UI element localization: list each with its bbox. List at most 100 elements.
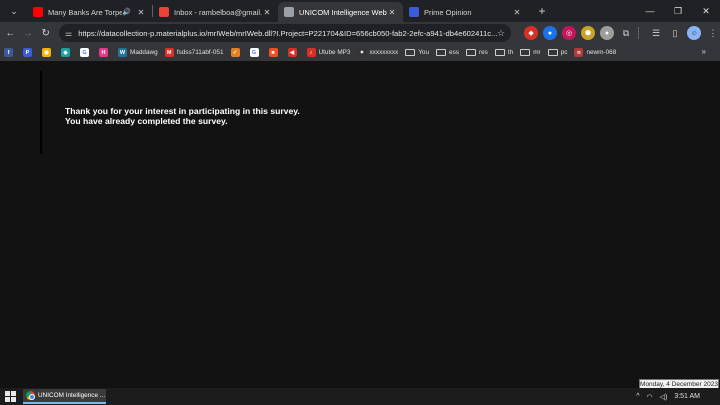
tab-title: Many Banks Are Torpedoing: [48, 7, 123, 17]
extensions-puzzle-icon[interactable]: ⧉: [619, 26, 633, 40]
tab-0[interactable]: Many Banks Are Torpedoing🔊 ✕: [27, 2, 152, 22]
google-icon: G: [249, 48, 259, 57]
tab-close-icon[interactable]: ✕: [136, 8, 146, 17]
extension-red-icon[interactable]: ◆: [524, 26, 539, 40]
prime-opinion-icon: [409, 7, 419, 17]
bookmark-label: fsdss711abf-051: [176, 49, 224, 56]
survey-message: Thank you for your interest in participa…: [65, 106, 300, 126]
bookmark-item[interactable]: G: [249, 48, 262, 57]
chrome-icon: [26, 391, 35, 400]
tab-close-icon[interactable]: ✕: [262, 8, 272, 17]
close-window-icon[interactable]: ✕: [692, 0, 720, 22]
bookmark-list: f P ◉ ◆ G H W Maddawg Mfsdss711abf-051 ✓ G ■ ◀ ♪ Utube…: [4, 48, 623, 57]
bookmark-item[interactable]: ◆: [61, 48, 73, 57]
folder-icon: [405, 49, 416, 56]
site-info-icon[interactable]: ⚌: [65, 29, 72, 38]
clock-time[interactable]: 3:51 AM: [674, 393, 700, 400]
tray-chevron-icon[interactable]: ^: [636, 393, 639, 400]
bookmark-item[interactable]: G: [80, 48, 92, 57]
reading-list-icon[interactable]: ☰: [649, 26, 663, 40]
speaker-icon[interactable]: 🔊: [122, 8, 131, 16]
bookmark-item[interactable]: P: [23, 48, 35, 57]
youtube-icon: [33, 7, 43, 17]
tab-close-icon[interactable]: ✕: [387, 8, 397, 17]
teal-drop-icon: ◆: [61, 48, 70, 57]
reload-icon[interactable]: ↻: [38, 24, 53, 42]
taskbar-app-chrome[interactable]: UNICOM Intelligence ...: [23, 389, 106, 404]
folder-icon: [466, 49, 476, 56]
address-bar[interactable]: ⚌ https://datacollection-p.materialplus.…: [59, 24, 512, 42]
already-completed-text: You have already completed the survey.: [65, 116, 228, 126]
folder-icon: [547, 49, 558, 56]
side-panel-icon[interactable]: ▯: [668, 26, 682, 40]
bookmark-item[interactable]: W Maddawg: [118, 48, 158, 57]
bookmark-label: You: [418, 49, 430, 56]
orange-check-icon: ✓: [230, 48, 240, 57]
url-text[interactable]: https://datacollection-p.materialplus.io…: [78, 29, 497, 38]
bookmark-item[interactable]: ◉: [42, 48, 54, 57]
tab-3[interactable]: Prime Opinion ✕: [403, 2, 528, 22]
page-content: Thank you for your interest in participa…: [0, 61, 720, 386]
bookmark-item[interactable]: ■: [268, 48, 281, 57]
bookmark-label: xxxxxxxxx: [369, 49, 399, 56]
h-icon: H: [99, 48, 108, 57]
bookmark-label: Maddawg: [130, 49, 158, 56]
bookmark-item[interactable]: Mfsdss711abf-051: [164, 48, 224, 57]
bookmark-item[interactable]: ess: [436, 49, 459, 56]
wifi-icon[interactable]: ◠: [646, 393, 652, 401]
window-controls: — ❐ ✕: [636, 0, 720, 22]
newm-icon: n: [574, 48, 584, 57]
bookmark-item[interactable]: H: [99, 48, 111, 57]
new-tab-button[interactable]: +: [534, 3, 550, 19]
thank-you-text: Thank you for your interest in participa…: [65, 106, 300, 116]
bookmark-label: newm-068: [586, 49, 617, 56]
red-tag-icon: ◀: [287, 48, 297, 57]
tab-search-icon[interactable]: ⌄: [4, 1, 24, 21]
bookmark-item[interactable]: f: [4, 48, 16, 57]
bookmark-item[interactable]: res: [466, 49, 488, 56]
bookmarks-bar: f P ◉ ◆ G H W Maddawg Mfsdss711abf-051 ✓ G ■ ◀ ♪ Utube…: [0, 44, 720, 61]
bookmark-item[interactable]: n newm-068: [574, 48, 616, 57]
tab-title: UNICOM Intelligence Web Inte: [299, 7, 387, 17]
tab-title: Prime Opinion: [424, 7, 472, 17]
bookmark-item[interactable]: ♪ Utube MP3: [306, 48, 351, 57]
windows-start-icon[interactable]: [3, 390, 17, 404]
browser-toolbar: ← → ↻ ⚌ https://datacollection-p.materia…: [0, 22, 720, 44]
profile-avatar-icon[interactable]: ☺: [687, 26, 702, 40]
volume-icon[interactable]: ◁): [660, 393, 668, 401]
bookmark-label: ess: [449, 49, 459, 56]
more-bookmarks-icon[interactable]: »: [702, 47, 706, 56]
extension-gold-shield-icon[interactable]: ⬢: [581, 26, 596, 40]
bookmark-item[interactable]: pc: [547, 49, 568, 56]
tab-close-icon[interactable]: ✕: [512, 8, 522, 17]
bookmark-item[interactable]: th: [494, 49, 513, 56]
bookmark-item[interactable]: You: [405, 49, 429, 56]
gmail-icon: [159, 7, 169, 17]
back-icon[interactable]: ←: [3, 24, 18, 42]
extension-gray-icon[interactable]: ●: [600, 26, 615, 40]
tab-2[interactable]: UNICOM Intelligence Web Inte✕: [278, 2, 403, 22]
bookmark-star-icon[interactable]: ☆: [497, 28, 505, 39]
forward-icon[interactable]: →: [21, 24, 36, 42]
bookmark-item[interactable]: ◀: [287, 48, 300, 57]
bookmark-label: Utube MP3: [318, 49, 351, 56]
tab-1[interactable]: Inbox - rambelboa@gmail.com✕: [153, 2, 278, 22]
extension-pink-circle-icon[interactable]: ◎: [562, 26, 577, 40]
extensions-area: ◆ ● ◎ ⬢ ● ⧉ ☰ ▯ ☺ ⋮: [519, 26, 720, 40]
folder-icon: [494, 49, 505, 56]
bookmark-label: pc: [560, 49, 568, 56]
bookmark-item[interactable]: mr: [520, 49, 541, 56]
folder-icon: [520, 49, 531, 56]
bookmark-item[interactable]: ✓: [230, 48, 243, 57]
bookmark-item[interactable]: ✦ xxxxxxxxx: [357, 48, 398, 57]
app-red-icon: M: [164, 48, 174, 57]
menu-kebab-icon[interactable]: ⋮: [706, 26, 720, 40]
windows-taskbar: UNICOM Intelligence ... ^ ◠ ◁) 3:51 AM: [0, 388, 720, 405]
location-pin-icon: ◉: [42, 48, 51, 57]
tab-title: Inbox - rambelboa@gmail.com: [174, 7, 262, 17]
taskbar-app-label: UNICOM Intelligence ...: [38, 392, 106, 399]
utube-mp3-icon: ♪: [306, 48, 316, 57]
minimize-icon[interactable]: —: [636, 0, 664, 22]
extension-blue-drop-icon[interactable]: ●: [543, 26, 558, 40]
maximize-icon[interactable]: ❐: [664, 0, 692, 22]
